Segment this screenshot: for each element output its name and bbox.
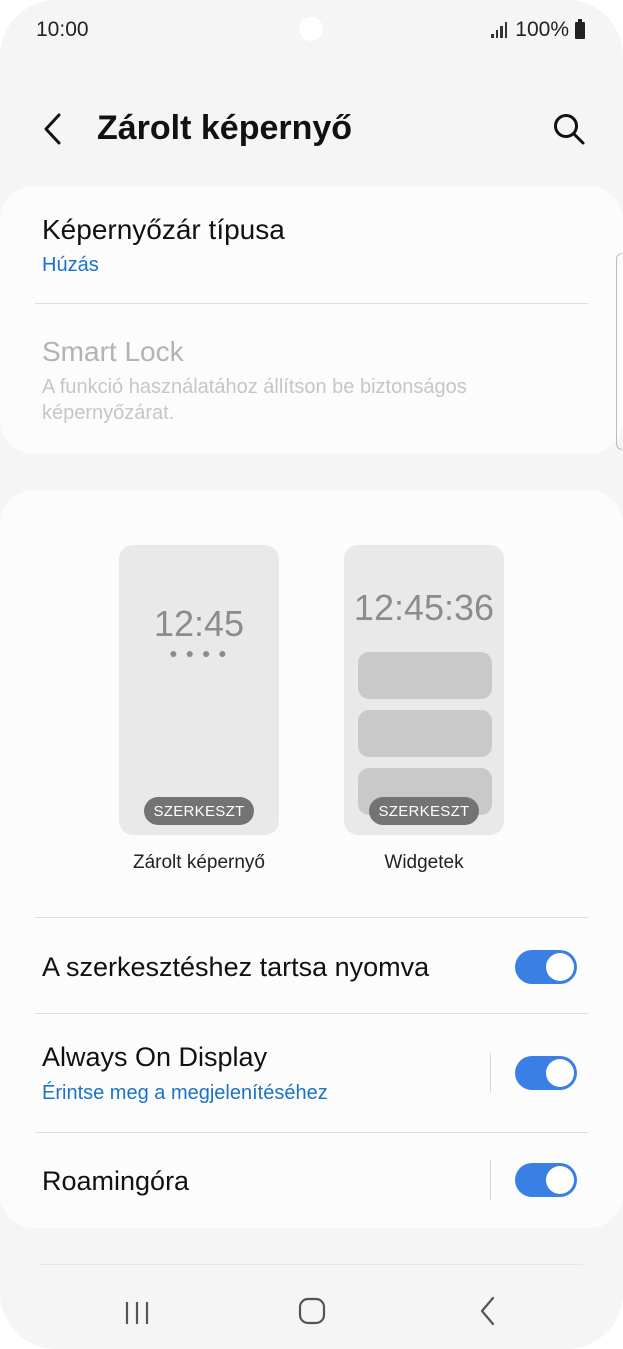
status-bar: 10:00 100% bbox=[0, 0, 623, 62]
toggle-knob bbox=[546, 953, 574, 981]
aod-subtitle: Érintse meg a megjelenítéséhez bbox=[42, 1082, 328, 1104]
widget-placeholder bbox=[358, 710, 492, 757]
divider bbox=[35, 1013, 588, 1014]
edit-lock-screen-button[interactable]: SZERKESZT bbox=[144, 797, 254, 825]
lock-settings-card: Képernyőzár típusa Húzás Smart Lock A fu… bbox=[0, 186, 623, 454]
divider bbox=[35, 303, 588, 304]
back-button[interactable] bbox=[36, 109, 72, 149]
aod-label: Always On Display bbox=[42, 1042, 268, 1072]
home-icon bbox=[298, 1297, 326, 1325]
divider bbox=[40, 1264, 583, 1265]
page-title: Zárolt képernyő bbox=[97, 109, 353, 147]
widgets-preview[interactable]: 12:45:36 SZERKESZT bbox=[344, 545, 504, 835]
chevron-left-icon bbox=[480, 1296, 495, 1326]
phone-screen: 10:00 100% Zárolt képernyő Képernyőzár t… bbox=[0, 0, 623, 1349]
battery-percent: 100% bbox=[515, 18, 569, 41]
widget-placeholder bbox=[358, 652, 492, 699]
home-button[interactable] bbox=[297, 1296, 327, 1326]
separator bbox=[490, 1053, 491, 1093]
lock-screen-caption: Zárolt képernyő bbox=[132, 852, 265, 873]
recents-button[interactable] bbox=[122, 1298, 156, 1328]
app-header: Zárolt képernyő bbox=[0, 95, 623, 165]
chevron-left-icon bbox=[44, 113, 61, 145]
edit-widgets-button[interactable]: SZERKESZT bbox=[369, 797, 479, 825]
search-icon bbox=[554, 114, 585, 145]
dots-icon: ● ● ● ● bbox=[169, 645, 229, 661]
lock-type-value: Húzás bbox=[42, 254, 99, 276]
scrollbar[interactable] bbox=[616, 253, 622, 450]
roaming-clock-toggle[interactable] bbox=[515, 1163, 577, 1197]
signal-icon bbox=[491, 22, 508, 38]
smart-lock-description: A funkció használatához állítson be bizt… bbox=[42, 376, 467, 424]
toggle-knob bbox=[546, 1166, 574, 1194]
smart-lock-title: Smart Lock bbox=[42, 336, 184, 367]
status-icons: 100% bbox=[491, 18, 585, 42]
aod-toggle[interactable] bbox=[515, 1056, 577, 1090]
divider bbox=[35, 1132, 588, 1133]
hold-to-edit-label: A szerkesztéshez tartsa nyomva bbox=[42, 952, 430, 982]
preview-clock: 12:45:36 bbox=[353, 587, 495, 628]
search-button[interactable] bbox=[549, 109, 589, 149]
recents-icon bbox=[125, 1302, 149, 1324]
separator bbox=[490, 1160, 491, 1200]
lock-screen-preview[interactable]: 12:45 ● ● ● ● SZERKESZT bbox=[119, 545, 279, 835]
lock-type-title: Képernyőzár típusa bbox=[42, 214, 285, 245]
preview-clock: 12:45 bbox=[153, 603, 245, 644]
nav-back-button[interactable] bbox=[474, 1294, 502, 1328]
front-camera bbox=[299, 17, 323, 41]
toggle-knob bbox=[546, 1059, 574, 1087]
status-time: 10:00 bbox=[36, 18, 89, 41]
lockscreen-options-card: 12:45 ● ● ● ● SZERKESZT Zárolt képernyő … bbox=[0, 490, 623, 1228]
roaming-clock-label: Roamingóra bbox=[42, 1166, 190, 1196]
divider bbox=[35, 917, 588, 918]
hold-to-edit-toggle[interactable] bbox=[515, 950, 577, 984]
navigation-bar bbox=[0, 1260, 623, 1349]
battery-icon bbox=[575, 18, 585, 39]
widgets-caption: Widgetek bbox=[384, 852, 464, 873]
